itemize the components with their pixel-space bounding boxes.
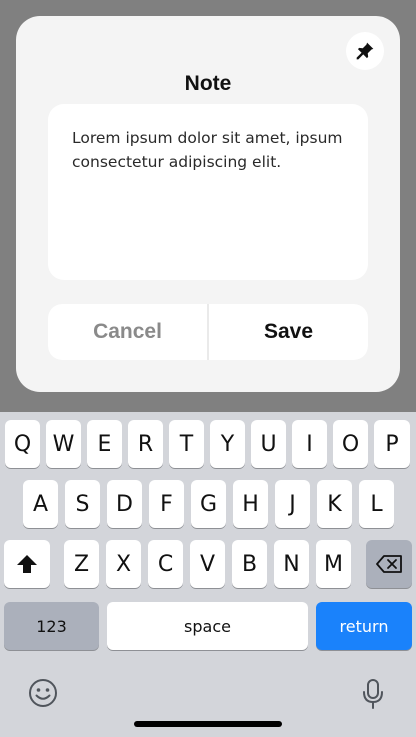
microphone-icon[interactable] (360, 678, 386, 710)
key-s[interactable]: S (65, 480, 100, 528)
pin-button[interactable] (346, 32, 384, 70)
key-l[interactable]: L (359, 480, 394, 528)
keyboard-row-4: 123 space return (0, 602, 416, 650)
key-k[interactable]: K (317, 480, 352, 528)
key-m[interactable]: M (316, 540, 351, 588)
keyboard-row-2: A S D F G H J K L (0, 480, 416, 528)
note-text-area[interactable]: Lorem ipsum dolor sit amet, ipsum consec… (48, 104, 368, 280)
key-c[interactable]: C (148, 540, 183, 588)
key-e[interactable]: E (87, 420, 122, 468)
key-p[interactable]: P (374, 420, 410, 468)
key-b[interactable]: B (232, 540, 267, 588)
save-button[interactable]: Save (209, 304, 368, 360)
key-f[interactable]: F (149, 480, 184, 528)
key-h[interactable]: H (233, 480, 268, 528)
home-indicator (134, 721, 282, 727)
note-text: Lorem ipsum dolor sit amet, ipsum consec… (72, 129, 343, 171)
dialog-buttons: Cancel Save (48, 304, 368, 360)
numbers-key[interactable]: 123 (4, 602, 99, 650)
key-y[interactable]: Y (210, 420, 245, 468)
key-q[interactable]: Q (5, 420, 40, 468)
dialog-title: Note (184, 72, 232, 95)
key-z[interactable]: Z (64, 540, 99, 588)
shift-icon (17, 555, 37, 573)
keyboard-row-1: Q W E R T Y U I O P (0, 420, 416, 468)
key-x[interactable]: X (106, 540, 141, 588)
key-o[interactable]: O (333, 420, 368, 468)
cancel-button[interactable]: Cancel (48, 304, 207, 360)
key-d[interactable]: D (107, 480, 142, 528)
key-j[interactable]: J (275, 480, 310, 528)
key-w[interactable]: W (46, 420, 81, 468)
backspace-icon (376, 555, 402, 573)
key-u[interactable]: U (251, 420, 286, 468)
key-a[interactable]: A (23, 480, 58, 528)
space-key[interactable]: space (107, 602, 308, 650)
keyboard: Q W E R T Y U I O P A S D F G H J K L Z … (0, 412, 416, 737)
key-v[interactable]: V (190, 540, 225, 588)
emoji-icon[interactable] (28, 678, 58, 708)
note-dialog: Note Lorem ipsum dolor sit amet, ipsum c… (16, 16, 400, 392)
pin-icon (356, 42, 374, 60)
shift-key[interactable] (4, 540, 50, 588)
keyboard-row-3: Z X C V B N M (0, 540, 416, 588)
key-g[interactable]: G (191, 480, 226, 528)
key-n[interactable]: N (274, 540, 309, 588)
key-t[interactable]: T (169, 420, 204, 468)
backspace-key[interactable] (366, 540, 412, 588)
key-r[interactable]: R (128, 420, 163, 468)
key-i[interactable]: I (292, 420, 327, 468)
return-key[interactable]: return (316, 602, 412, 650)
